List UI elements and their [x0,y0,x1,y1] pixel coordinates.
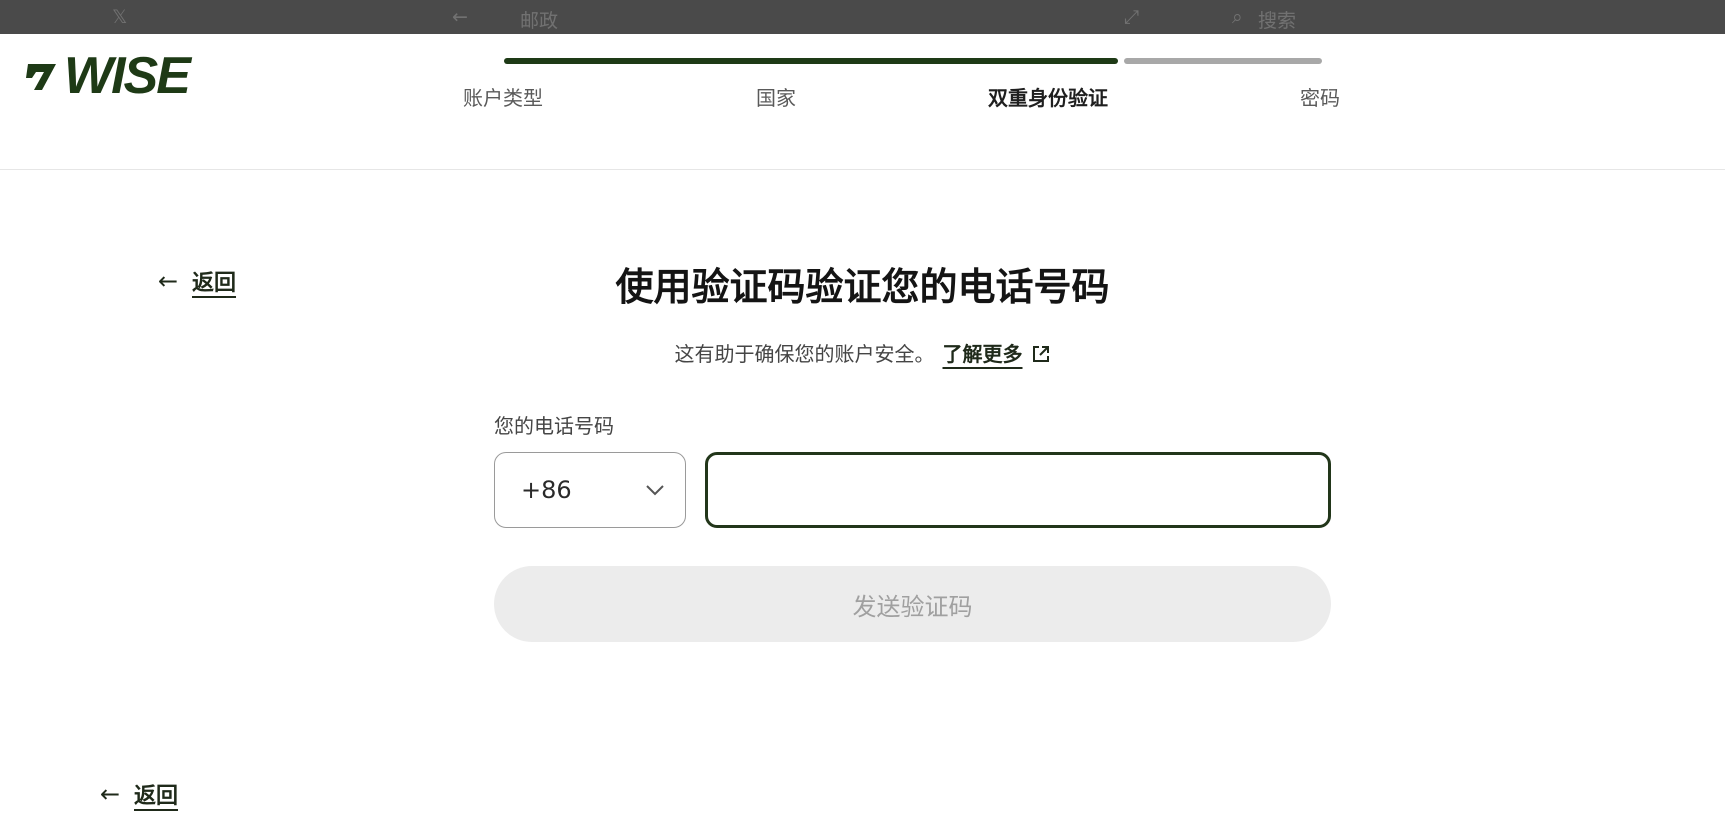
back-label: 返回 [134,784,179,809]
chevron-down-icon [646,485,664,496]
phone-number-input[interactable] [705,452,1331,528]
progress-bar-remaining [1124,58,1322,64]
back-link-bottom[interactable]: ← 返回 [98,778,178,810]
step-password: 密码 [1300,86,1340,110]
send-code-button[interactable]: 发送验证码 [494,566,1331,642]
learn-more-link[interactable]: 了解更多 [943,342,1023,366]
country-code-value: +86 [521,476,572,504]
step-labels: 账户类型 国家 双重身份验证 密码 [0,82,1725,112]
step-country: 国家 [756,86,796,110]
back-arrow-icon[interactable]: ← [452,6,468,28]
subtitle-text: 这有助于确保您的账户安全。 [674,342,935,366]
step-account-type: 账户类型 [463,86,543,110]
x-logo-icon[interactable]: 𝕏 [112,6,127,28]
arrow-left-icon: ← [99,780,121,808]
search-icon[interactable]: ⌕ [1232,6,1243,28]
browser-top-bar: 𝕏 ← 邮政 ⤢ ⌕ 搜索 [0,0,1725,34]
page-header: WISE 账户类型 国家 双重身份验证 密码 [0,34,1725,170]
browser-search-placeholder[interactable]: 搜索 [1258,6,1296,33]
page-title: 使用验证码验证您的电话号码 [615,265,1110,309]
subtitle: 这有助于确保您的账户安全。 了解更多 [0,338,1725,367]
step-two-factor: 双重身份验证 [988,86,1108,110]
expand-icon[interactable]: ⤢ [1124,6,1139,28]
phone-number-label: 您的电话号码 [494,414,614,438]
browser-nav-title: 邮政 [520,10,559,32]
external-link-icon[interactable] [1031,344,1051,364]
country-code-select[interactable]: +86 [494,452,686,528]
progress-bar-completed [504,58,1118,64]
